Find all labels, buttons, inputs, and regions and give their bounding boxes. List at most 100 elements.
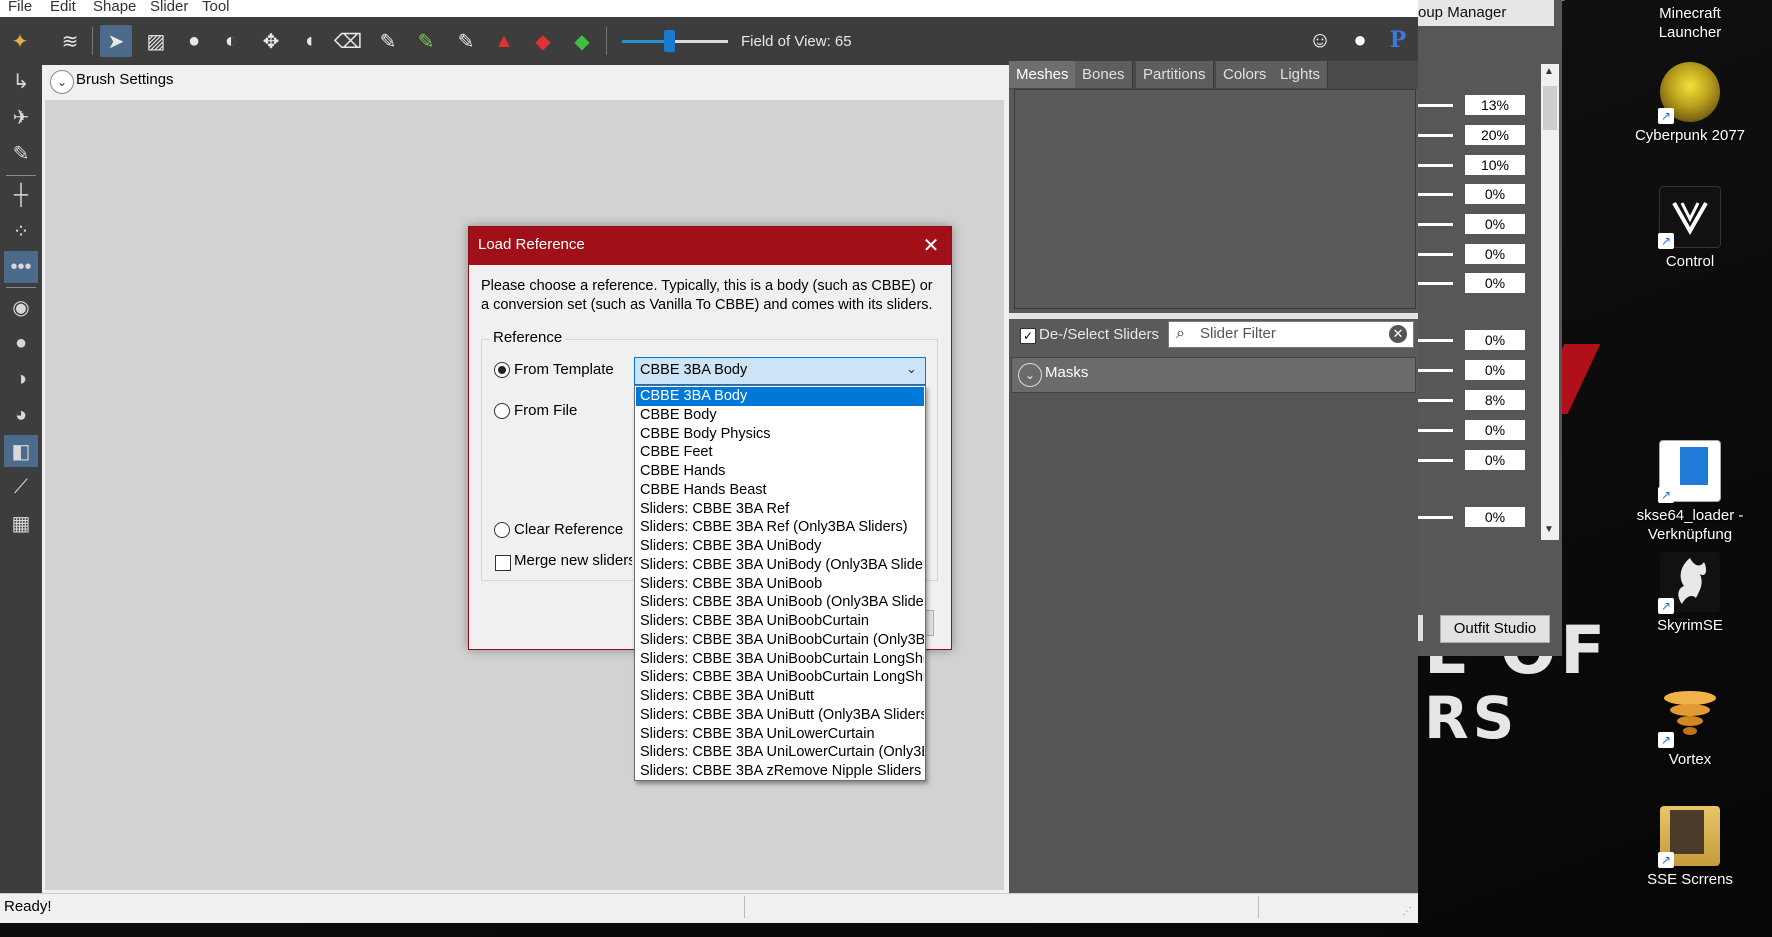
alpha-brush-icon[interactable]: ✎: [450, 25, 482, 57]
group-slider-track[interactable]: [1417, 429, 1453, 432]
mask-brush-icon[interactable]: ▨: [140, 25, 172, 57]
flip-edge-icon[interactable]: •••: [4, 251, 38, 283]
from-template-label[interactable]: From Template: [514, 361, 614, 378]
from-file-radio[interactable]: [494, 403, 510, 419]
grid-icon[interactable]: ▦: [4, 507, 38, 539]
scale-tool-icon[interactable]: ◆: [566, 25, 598, 57]
group-slider-track[interactable]: [1417, 516, 1453, 519]
clear-reference-label[interactable]: Clear Reference: [514, 521, 623, 538]
group-slider-row[interactable]: 8%: [1417, 390, 1527, 410]
group-slider-row[interactable]: 0%: [1417, 273, 1527, 293]
menu-shape[interactable]: Shape: [93, 0, 136, 15]
tab-meshes[interactable]: Meshes: [1009, 61, 1077, 88]
select-brush-icon[interactable]: ➤: [100, 25, 132, 57]
group-slider-row[interactable]: 0%: [1417, 450, 1527, 470]
dropdown-option[interactable]: CBBE Hands: [636, 462, 924, 481]
desktop-icon-control[interactable]: ↗ Control: [1630, 186, 1750, 271]
chevron-down-icon[interactable]: ⌄: [906, 361, 917, 377]
merge-sliders-checkbox[interactable]: [495, 555, 511, 571]
group-slider-track[interactable]: [1417, 399, 1453, 402]
group-slider-row[interactable]: 0%: [1417, 330, 1527, 350]
group-slider-row[interactable]: 0%: [1417, 184, 1527, 204]
dropdown-option[interactable]: Sliders: CBBE 3BA UniBoobCurtain (Only3B…: [636, 631, 924, 650]
show-vertices-icon[interactable]: ●: [4, 327, 38, 359]
group-slider-track[interactable]: [1417, 253, 1453, 256]
dropdown-option[interactable]: Sliders: CBBE 3BA UniLowerCurtain (Only3…: [636, 743, 924, 762]
merge-sliders-label[interactable]: Merge new sliders: [514, 552, 632, 569]
group-slider-track[interactable]: [1417, 282, 1453, 285]
discord-icon[interactable]: ☺: [1304, 24, 1336, 56]
github-icon[interactable]: ●: [1344, 24, 1376, 56]
dropdown-option[interactable]: CBBE Body: [636, 406, 924, 425]
undiff-brush-icon[interactable]: ⌫: [332, 25, 364, 57]
menu-slider[interactable]: Slider: [150, 0, 188, 15]
color-brush-icon[interactable]: ✎: [410, 25, 442, 57]
menu-tool[interactable]: Tool: [202, 0, 230, 15]
dropdown-option[interactable]: Sliders: CBBE 3BA UniBoobCurtain LongShi…: [636, 650, 924, 669]
tab-lights[interactable]: Lights: [1273, 61, 1329, 88]
split-edge-icon[interactable]: ◉: [4, 291, 38, 323]
group-slider-value[interactable]: 0%: [1465, 360, 1525, 380]
dropdown-option[interactable]: Sliders: CBBE 3BA UniBody: [636, 537, 924, 556]
outfit-studio-button[interactable]: Outfit Studio: [1440, 615, 1550, 643]
group-slider-value[interactable]: 0%: [1465, 507, 1525, 527]
rotate-tool-icon[interactable]: ◆: [527, 25, 559, 57]
dropdown-option[interactable]: CBBE 3BA Body: [636, 387, 924, 406]
chevron-down-icon[interactable]: ⌄: [1018, 363, 1042, 387]
group-slider-value[interactable]: 0%: [1465, 330, 1525, 350]
transform-icon[interactable]: ↳: [4, 65, 38, 97]
scroll-up-icon[interactable]: ▲: [1544, 66, 1554, 77]
close-icon[interactable]: ✕: [918, 233, 944, 259]
group-slider-row[interactable]: 0%: [1417, 420, 1527, 440]
group-slider-value[interactable]: 13%: [1465, 95, 1525, 115]
group-slider-track[interactable]: [1417, 369, 1453, 372]
desktop-icon-cyberpunk[interactable]: ↗ Cyberpunk 2077: [1630, 62, 1750, 145]
weight-brush-icon[interactable]: ✎: [372, 25, 404, 57]
weld-icon[interactable]: ┼: [4, 179, 38, 211]
vertex-edit-icon[interactable]: ✎: [4, 137, 38, 169]
group-slider-value[interactable]: 8%: [1465, 390, 1525, 410]
desktop-icon-skyrim[interactable]: ↗ SkyrimSE: [1630, 552, 1750, 635]
select-sliders-checkbox[interactable]: ✓: [1020, 328, 1036, 344]
group-slider-value[interactable]: 10%: [1465, 155, 1525, 175]
group-slider-row[interactable]: 0%: [1417, 360, 1527, 380]
inflate-brush-icon[interactable]: ●: [178, 25, 210, 57]
smooth-brush-icon[interactable]: ◖: [293, 25, 325, 57]
group-slider-track[interactable]: [1417, 223, 1453, 226]
dropdown-option[interactable]: Sliders: CBBE 3BA Ref (Only3BA Sliders): [636, 518, 924, 537]
lighting-icon[interactable]: ◕: [4, 399, 38, 431]
from-template-radio[interactable]: [494, 362, 510, 378]
dropdown-option[interactable]: Sliders: CBBE 3BA zRemove Nipple Sliders: [636, 762, 924, 780]
dropdown-option[interactable]: Sliders: CBBE 3BA UniBoob (Only3BA Slide…: [636, 593, 924, 612]
group-slider-track[interactable]: [1417, 459, 1453, 462]
select-sliders-label[interactable]: De-/Select Sliders: [1039, 326, 1159, 343]
dropdown-option[interactable]: Sliders: CBBE 3BA UniBody (Only3BA Slide…: [636, 556, 924, 575]
desktop-icon-vortex[interactable]: ↗ Vortex: [1630, 686, 1750, 769]
dropdown-option[interactable]: Sliders: CBBE 3BA UniBoobCurtain LongShi…: [636, 668, 924, 687]
menu-file[interactable]: File: [8, 0, 32, 15]
collision-brush-icon[interactable]: ▲: [488, 25, 520, 57]
dropdown-option[interactable]: CBBE Body Physics: [636, 425, 924, 444]
group-slider-track[interactable]: [1417, 164, 1453, 167]
menu-edit[interactable]: Edit: [50, 0, 76, 15]
group-slider-value[interactable]: 0%: [1465, 420, 1525, 440]
group-slider-row[interactable]: 13%: [1417, 95, 1527, 115]
desktop-icon-sse-screens[interactable]: ↗ SSE Scrrens: [1630, 806, 1750, 889]
group-slider-value[interactable]: 0%: [1465, 184, 1525, 204]
clear-reference-radio[interactable]: [494, 522, 510, 538]
collapse-vertex-icon[interactable]: ⁘: [4, 215, 38, 247]
tab-partitions[interactable]: Partitions: [1136, 61, 1214, 88]
group-slider-value[interactable]: 0%: [1465, 273, 1525, 293]
group-slider-track[interactable]: [1417, 134, 1453, 137]
dropdown-option[interactable]: Sliders: CBBE 3BA UniButt (Only3BA Slide…: [636, 706, 924, 725]
fov-slider-thumb[interactable]: [664, 30, 675, 52]
group-slider-row[interactable]: 0%: [1417, 507, 1527, 527]
paypal-icon[interactable]: P: [1382, 24, 1414, 56]
bones-view-icon[interactable]: ⟋: [4, 471, 38, 503]
group-slider-track[interactable]: [1417, 339, 1453, 342]
group-slider-row[interactable]: 20%: [1417, 125, 1527, 145]
group-slider-value[interactable]: 0%: [1465, 214, 1525, 234]
tab-bones[interactable]: Bones: [1075, 61, 1133, 88]
group-slider-value[interactable]: 20%: [1465, 125, 1525, 145]
group-slider-row[interactable]: 0%: [1417, 244, 1527, 264]
